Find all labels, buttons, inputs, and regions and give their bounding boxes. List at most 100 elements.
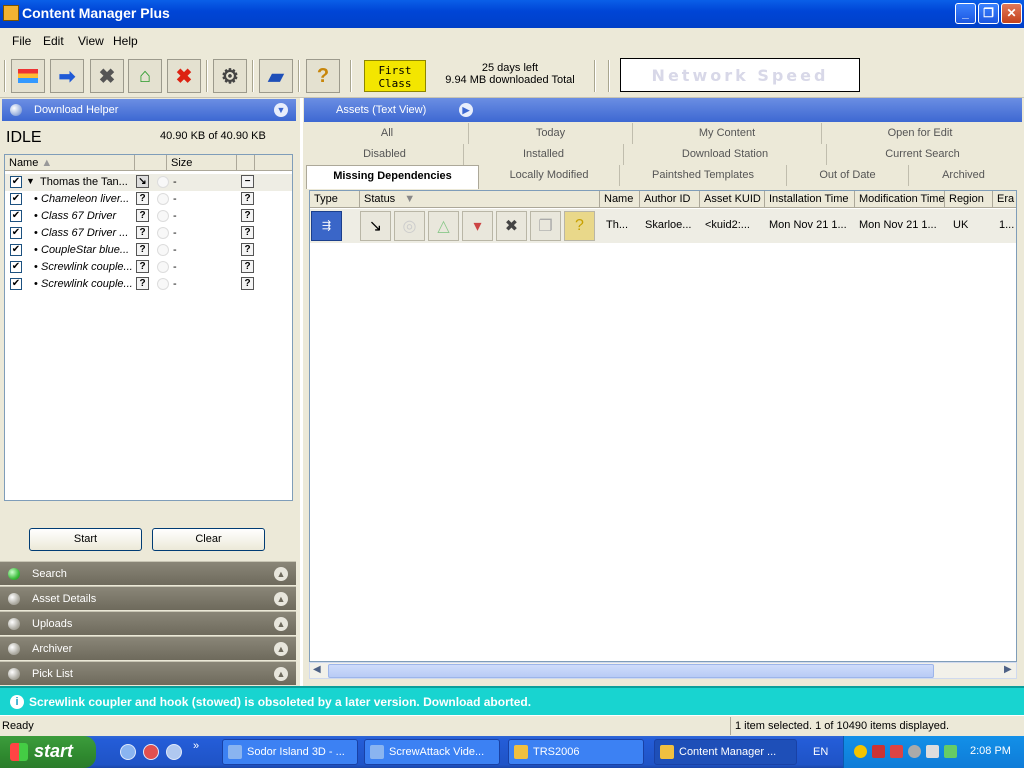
settings-icon[interactable]: ⚙ (213, 59, 247, 93)
tab-installed[interactable]: Installed (464, 144, 624, 165)
minimize-button[interactable]: _ (955, 3, 976, 24)
col-name-header[interactable]: Name ▲ (5, 155, 135, 171)
tab-today[interactable]: Today (469, 123, 633, 144)
tray-app2-icon[interactable] (890, 745, 903, 758)
minus-icon[interactable]: − (241, 175, 254, 188)
col-extra-header[interactable] (237, 155, 255, 171)
col-type-header[interactable]: Type (310, 191, 360, 208)
checkbox[interactable]: ✔ (10, 176, 22, 188)
scroll-thumb[interactable] (328, 664, 934, 678)
collapse-chevron-icon[interactable]: ▼ (274, 103, 288, 117)
list-item[interactable]: ✔ • Chameleon liver... ? - ? (5, 191, 292, 208)
checkbox[interactable]: ✔ (10, 278, 22, 290)
scroll-right-icon[interactable]: ▶ (1004, 664, 1012, 675)
expand-chevron-icon[interactable]: ▲ (274, 667, 288, 681)
tab-disabled[interactable]: Disabled (306, 144, 464, 165)
menu-edit[interactable]: Edit (43, 34, 64, 48)
list-item[interactable]: ✔ • Class 67 Driver ... ? - ? (5, 225, 292, 242)
clock[interactable]: 2:08 PM (970, 745, 1011, 757)
planet-auran-icon[interactable]: ▰ (259, 59, 293, 93)
expand-chevron-icon[interactable]: ▲ (274, 642, 288, 656)
pick-list-section-header[interactable]: Pick List ▲ (0, 661, 296, 685)
list-item[interactable]: ✔ • Screwlink couple... ? - ? (5, 276, 292, 293)
col-mod-time-header[interactable]: Modification Time (855, 191, 945, 208)
tab-download-station[interactable]: Download Station (624, 144, 827, 165)
question-icon[interactable]: ? (241, 226, 254, 239)
upload-house-icon[interactable]: ⌂ (128, 59, 162, 93)
volume-icon[interactable] (926, 745, 939, 758)
delete-icon[interactable]: ✖ (167, 59, 201, 93)
col-name-header[interactable]: Name (600, 191, 640, 208)
list-item[interactable]: ✔ • Class 67 Driver ? - ? (5, 208, 292, 225)
list-item[interactable]: ✔ ▼ Thomas the Tan... ↘ - − (5, 174, 292, 191)
task-screwattack[interactable]: ScrewAttack Vide... (364, 739, 500, 765)
expand-chevron-icon[interactable]: ▲ (274, 592, 288, 606)
horizontal-scrollbar[interactable]: ◀ ▶ (309, 662, 1017, 679)
question-icon[interactable]: ? (241, 209, 254, 222)
download-helper-header[interactable]: Download Helper ▼ (2, 99, 296, 121)
menu-file[interactable]: File (12, 34, 31, 48)
task-trs2006[interactable]: TRS2006 (508, 739, 644, 765)
task-content-manager[interactable]: Content Manager ... (654, 739, 797, 765)
list-item[interactable]: ✔ • CoupleStar blue... ? - ? (5, 242, 292, 259)
tab-archived[interactable]: Archived (909, 165, 1018, 186)
tab-paintshed-templates[interactable]: Paintshed Templates (620, 165, 787, 186)
import-icon[interactable]: ➡ (50, 59, 84, 93)
app2-quicklaunch-icon[interactable] (166, 744, 182, 760)
tab-open-for-edit[interactable]: Open for Edit (822, 123, 1018, 144)
assets-header[interactable]: Assets (Text View) ▶ (304, 98, 1022, 122)
tab-current-search[interactable]: Current Search (827, 144, 1018, 165)
expand-triangle-icon[interactable]: ▼ (26, 176, 35, 186)
close-button[interactable]: ✕ (1001, 3, 1022, 24)
tab-missing-dependencies[interactable]: Missing Dependencies (306, 165, 479, 189)
question-icon[interactable]: ? (241, 277, 254, 290)
view-switch-arrow-icon[interactable]: ▶ (459, 103, 473, 117)
help-icon[interactable]: ? (306, 59, 340, 93)
task-sodor-island[interactable]: Sodor Island 3D - ... (222, 739, 358, 765)
shield-icon[interactable] (854, 745, 867, 758)
clear-button[interactable]: Clear (152, 528, 265, 551)
start-button[interactable]: Start (29, 528, 142, 551)
archiver-section-header[interactable]: Archiver ▲ (0, 636, 296, 660)
network-icon[interactable] (944, 745, 957, 758)
col-author-header[interactable]: Author ID (640, 191, 700, 208)
tab-locally-modified[interactable]: Locally Modified (479, 165, 620, 186)
col-region-header[interactable]: Region (945, 191, 993, 208)
quicklaunch-more-icon[interactable]: » (193, 740, 199, 752)
question-icon[interactable]: ? (241, 260, 254, 273)
search-section-header[interactable]: Search ▲ (0, 561, 296, 585)
tools-icon[interactable]: ✖ (90, 59, 124, 93)
start-button[interactable]: start (0, 736, 96, 768)
col-install-time-header[interactable]: Installation Time (765, 191, 855, 208)
col-era-header[interactable]: Era (993, 191, 1016, 208)
tab-out-of-date[interactable]: Out of Date (787, 165, 909, 186)
app-quicklaunch-icon[interactable] (143, 744, 159, 760)
ie-quicklaunch-icon[interactable] (120, 744, 136, 760)
menu-help[interactable]: Help (113, 34, 138, 48)
tab-all[interactable]: All (306, 123, 469, 144)
list-item[interactable]: ✔ • Screwlink couple... ? - ? (5, 259, 292, 276)
uploads-section-header[interactable]: Uploads ▲ (0, 611, 296, 635)
tray-app3-icon[interactable] (908, 745, 921, 758)
restore-button[interactable]: ❐ (978, 3, 999, 24)
tab-my-content[interactable]: My Content (633, 123, 822, 144)
question-icon[interactable]: ? (241, 243, 254, 256)
expand-chevron-icon[interactable]: ▲ (274, 567, 288, 581)
checkbox[interactable]: ✔ (10, 244, 22, 256)
question-icon[interactable]: ? (241, 192, 254, 205)
col-size-header[interactable]: Size (167, 155, 237, 171)
checkbox[interactable]: ✔ (10, 227, 22, 239)
col-kuid-header[interactable]: Asset KUID (700, 191, 765, 208)
expand-chevron-icon[interactable]: ▲ (274, 617, 288, 631)
language-indicator[interactable]: EN (813, 746, 828, 758)
asset-details-section-header[interactable]: Asset Details ▲ (0, 586, 296, 610)
new-asset-icon[interactable] (11, 59, 45, 93)
col-status-header[interactable] (135, 155, 167, 171)
checkbox[interactable]: ✔ (10, 210, 22, 222)
scroll-left-icon[interactable]: ◀ (313, 664, 321, 675)
menu-view[interactable]: View (78, 34, 104, 48)
checkbox[interactable]: ✔ (10, 261, 22, 273)
tray-app-icon[interactable] (872, 745, 885, 758)
checkbox[interactable]: ✔ (10, 193, 22, 205)
col-status-header[interactable]: Status ▼ (360, 191, 600, 208)
